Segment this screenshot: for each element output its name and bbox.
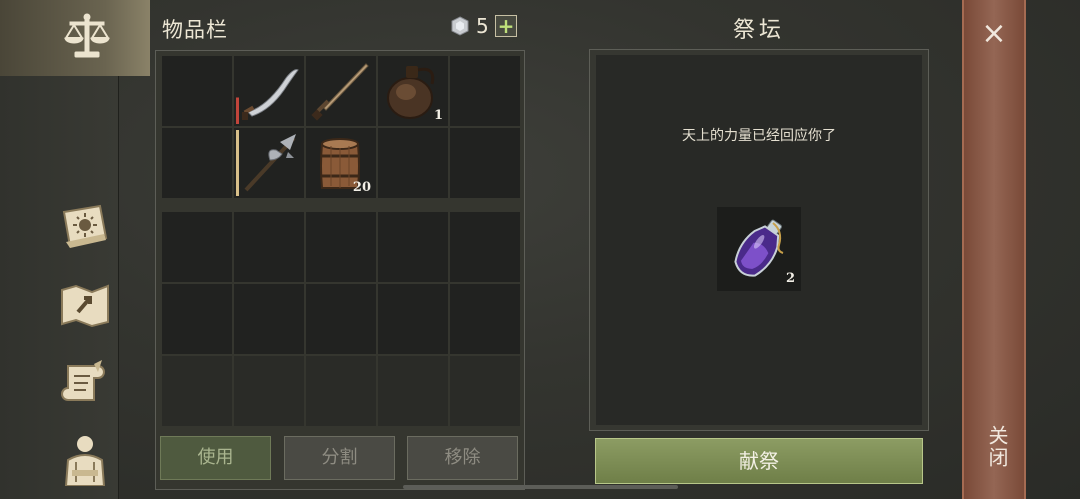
inventory-grid-top: 1 20 (162, 56, 520, 198)
inventory-title: 物品栏 (162, 18, 228, 42)
map-icon[interactable] (56, 276, 114, 334)
inventory-slot[interactable] (450, 56, 520, 126)
inventory-slot[interactable] (234, 128, 304, 198)
offering-slot[interactable]: 2 (717, 207, 801, 291)
inventory-slot[interactable] (378, 356, 448, 426)
inventory-slot[interactable] (306, 56, 376, 126)
offering-quantity: 2 (785, 271, 795, 286)
item-quantity: 1 (433, 108, 443, 123)
character-icon[interactable] (56, 430, 114, 488)
use-button[interactable]: 使用 (160, 436, 271, 480)
close-icon[interactable]: × (962, 14, 1026, 54)
inventory-slot[interactable]: 1 (378, 56, 448, 126)
inventory-slot[interactable] (378, 128, 448, 198)
inventory-slot[interactable] (450, 128, 520, 198)
inventory-slot[interactable] (378, 212, 448, 282)
inventory-slot[interactable] (162, 284, 232, 354)
inventory-slot[interactable] (306, 212, 376, 282)
halberd-icon (244, 134, 296, 192)
inventory-slot[interactable] (234, 284, 304, 354)
item-quantity: 20 (352, 180, 371, 195)
inventory-slot[interactable] (234, 212, 304, 282)
inventory-slot[interactable] (162, 56, 232, 126)
inventory-slot[interactable] (162, 212, 232, 282)
close-label[interactable]: 关闭 (978, 425, 1012, 469)
inventory-slot[interactable] (450, 356, 520, 426)
scrollbar[interactable] (403, 485, 678, 489)
split-button[interactable]: 分割 (284, 436, 395, 480)
altar-title: 祭坛 (733, 18, 786, 43)
inventory-slot[interactable]: 20 (306, 128, 376, 198)
inventory-slot[interactable] (306, 356, 376, 426)
sun-book-icon[interactable] (56, 198, 114, 256)
silver-coin-icon (450, 16, 470, 36)
sword-icon (311, 63, 369, 121)
scales-icon[interactable] (58, 8, 116, 66)
inventory-slot[interactable] (450, 212, 520, 282)
inventory-slot[interactable] (378, 284, 448, 354)
inventory-slot[interactable] (162, 356, 232, 426)
add-currency-button[interactable]: + (495, 15, 517, 37)
altar-message: 天上的力量已经回应你了 (682, 128, 836, 144)
inventory-slot[interactable] (234, 356, 304, 426)
currency-count: 5 (476, 14, 489, 38)
quest-scroll-icon[interactable] (56, 354, 114, 412)
inventory-grid-bottom (162, 212, 520, 426)
inventory-slot[interactable] (162, 128, 232, 198)
inventory-slot[interactable] (450, 284, 520, 354)
remove-button[interactable]: 移除 (407, 436, 518, 480)
offer-button[interactable]: 献祭 (595, 438, 923, 484)
inventory-slot[interactable] (234, 56, 304, 126)
inventory-slot[interactable] (306, 284, 376, 354)
scimitar-icon (242, 69, 299, 120)
